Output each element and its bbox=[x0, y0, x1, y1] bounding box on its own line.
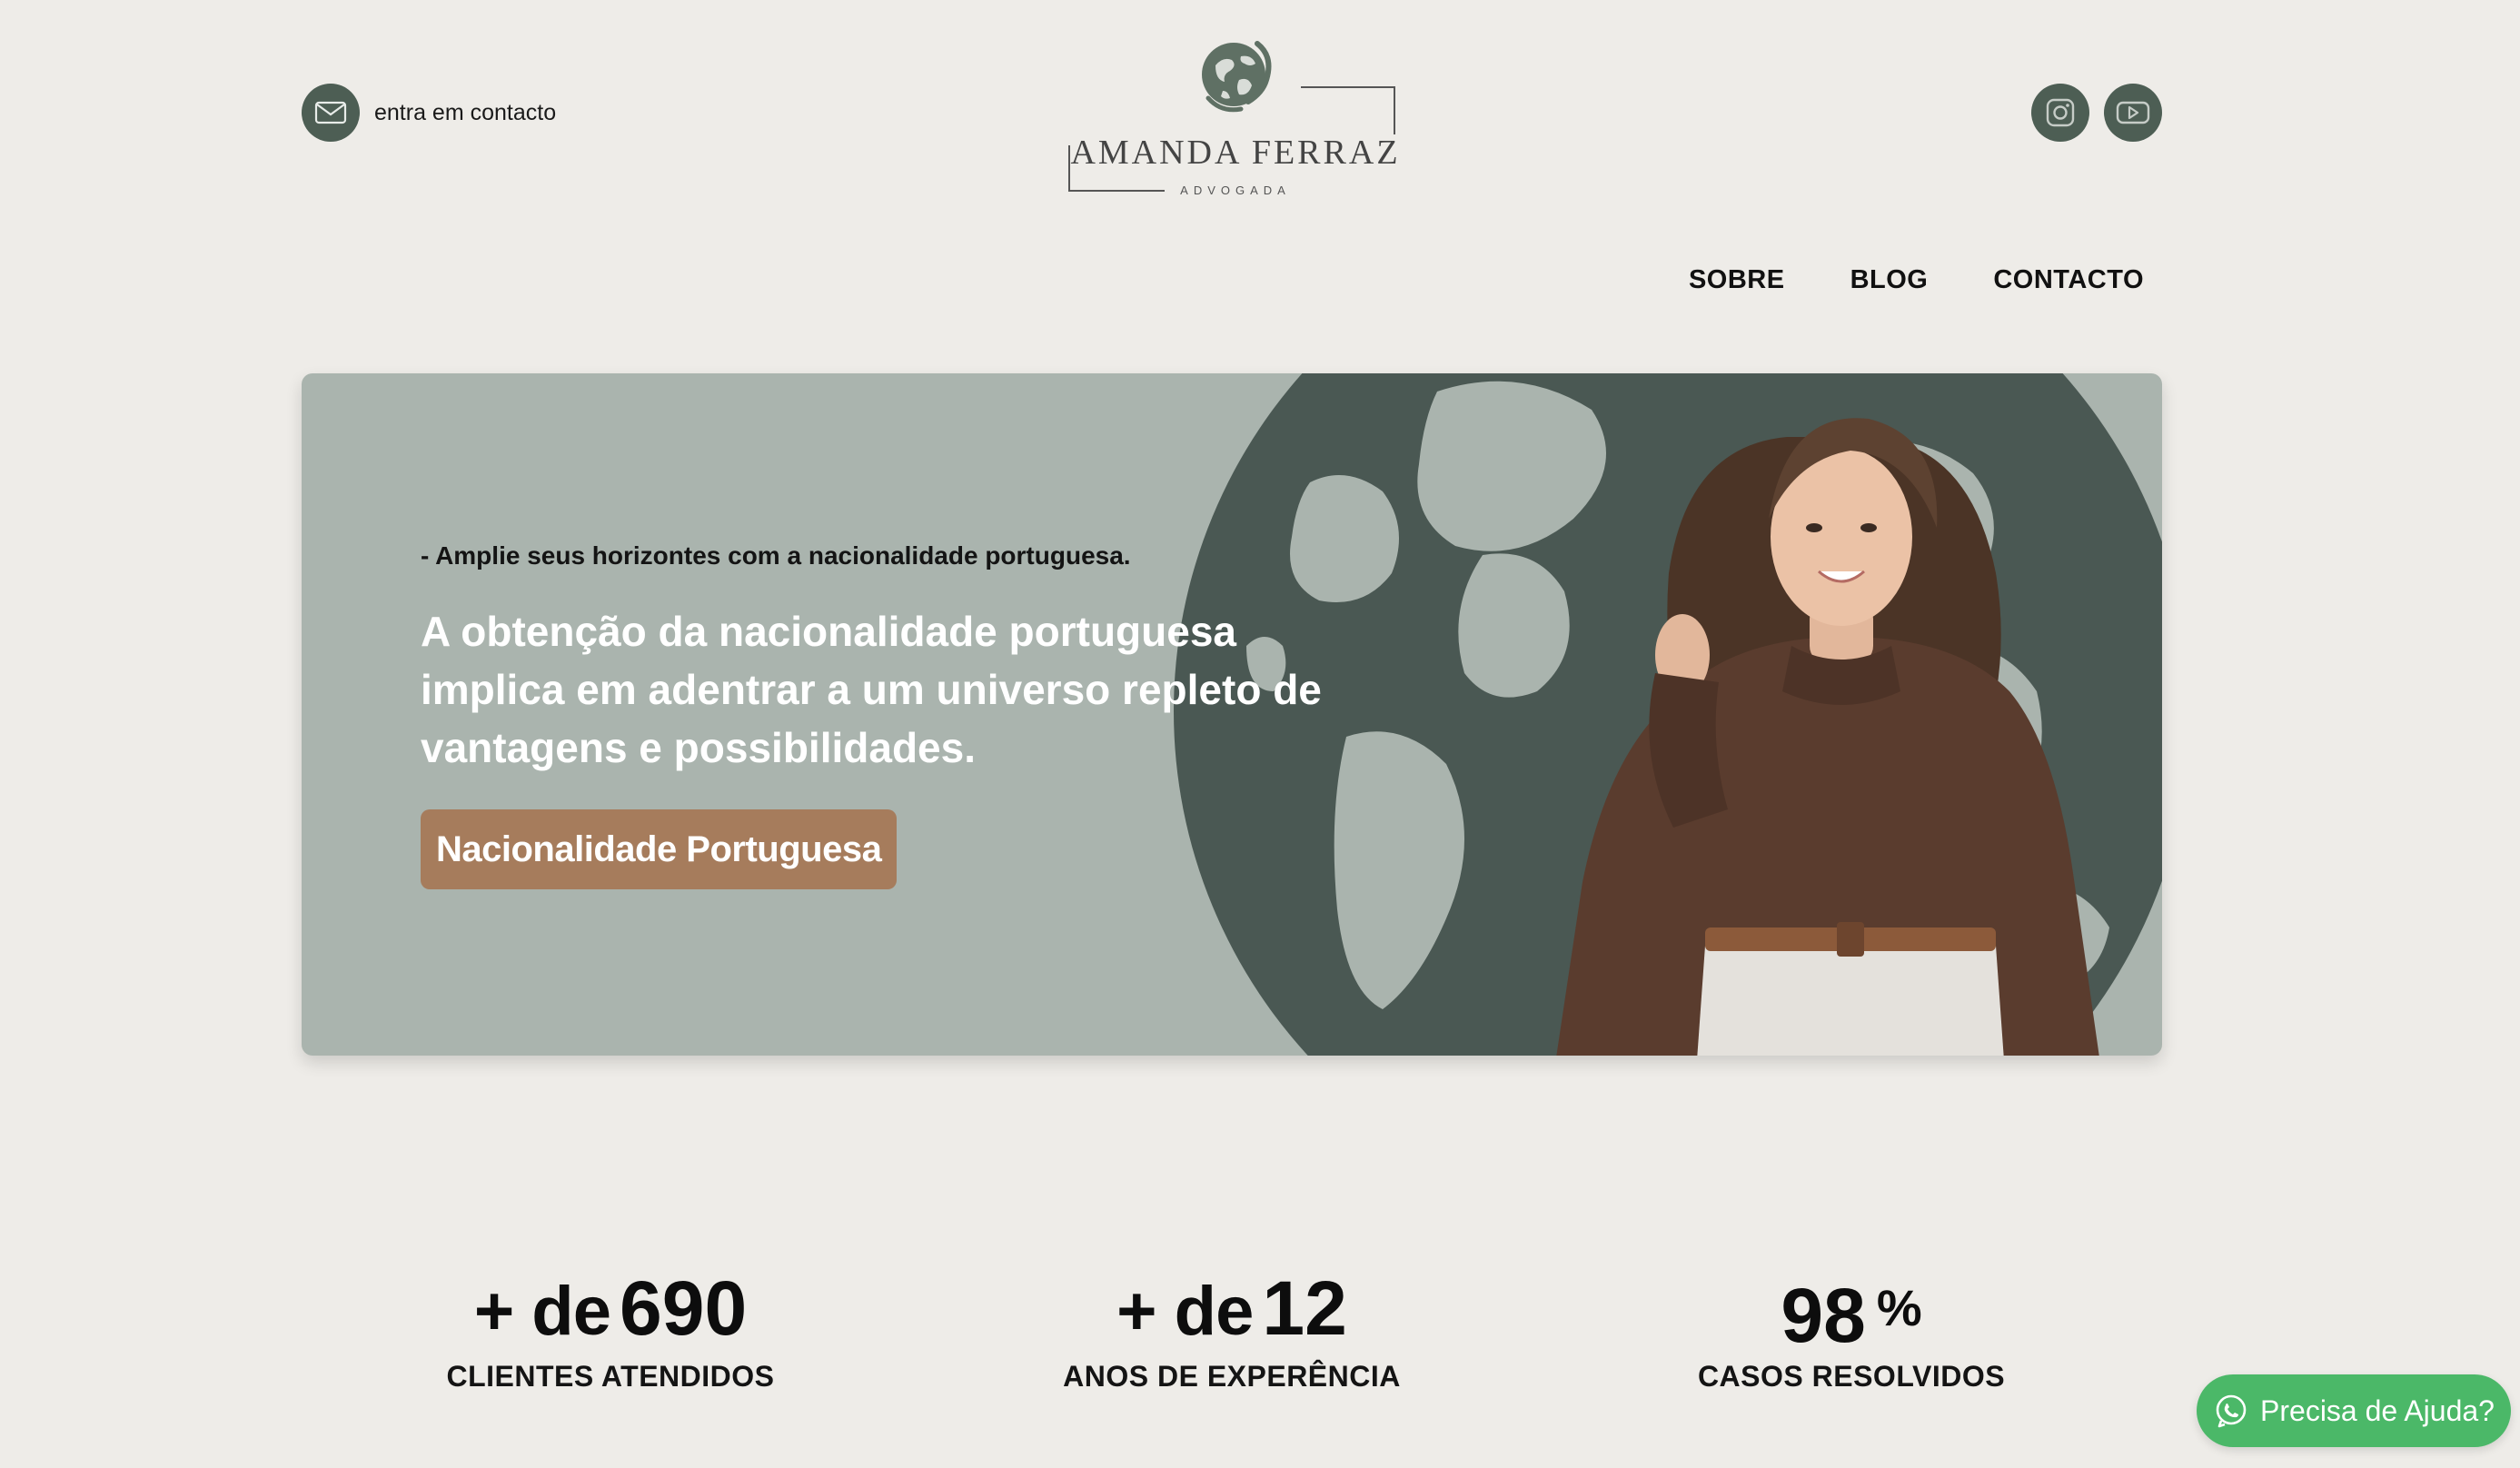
stat-value: 12 bbox=[1262, 1265, 1347, 1351]
nav-item-blog[interactable]: BLOG bbox=[1850, 265, 1929, 295]
stat-number: 98% bbox=[1579, 1267, 2124, 1356]
nacionalidade-portuguesa-button[interactable]: Nacionalidade Portuguesa bbox=[421, 809, 898, 889]
stat-number: + de 12 bbox=[959, 1265, 1504, 1351]
social-links bbox=[2031, 84, 2162, 142]
whatsapp-label: Precisa de Ajuda? bbox=[2260, 1394, 2495, 1427]
nav-item-sobre[interactable]: SOBRE bbox=[1689, 265, 1785, 295]
nav-item-contacto[interactable]: CONTACTO bbox=[1993, 265, 2144, 295]
stat-label: CLIENTES ATENDIDOS bbox=[446, 1360, 775, 1393]
globe-logo-icon bbox=[1202, 41, 1272, 113]
stat-resolved: 98% CASOS RESOLVIDOS bbox=[1579, 1267, 2124, 1394]
stat-value: 690 bbox=[620, 1265, 748, 1351]
stat-number: + de 690 bbox=[338, 1265, 883, 1351]
brand-logo[interactable]: AMANDA FERRAZ ADVOGADA bbox=[1063, 25, 1408, 203]
youtube-icon[interactable] bbox=[2104, 84, 2162, 142]
whatsapp-help-button[interactable]: Precisa de Ajuda? bbox=[2197, 1374, 2511, 1447]
hero-headline: A obtenção da nacionalidade portuguesa i… bbox=[421, 608, 1322, 771]
contact-link[interactable]: entra em contacto bbox=[302, 84, 556, 142]
hero-banner: - Amplie seus horizontes com a nacionali… bbox=[302, 373, 2162, 1056]
stat-label: ANOS DE EXPERÊNCIA bbox=[1063, 1360, 1401, 1393]
main-nav: SOBRE BLOG CONTACTO bbox=[1689, 265, 2144, 295]
stat-prefix: + de bbox=[473, 1273, 611, 1350]
mail-icon bbox=[302, 84, 360, 142]
contact-label: entra em contacto bbox=[374, 99, 557, 125]
whatsapp-icon bbox=[2216, 1394, 2247, 1428]
hero-eyebrow: - Amplie seus horizontes com a nacionali… bbox=[421, 541, 1131, 570]
stat-suffix: % bbox=[1876, 1279, 1922, 1336]
logo-name: AMANDA FERRAZ bbox=[1070, 134, 1400, 172]
stat-value: 98 bbox=[1781, 1273, 1866, 1358]
stat-label: CASOS RESOLVIDOS bbox=[1697, 1360, 2006, 1393]
logo-subtitle: ADVOGADA bbox=[1180, 184, 1291, 197]
instagram-icon[interactable] bbox=[2031, 84, 2089, 142]
stat-experience: + de 12 ANOS DE EXPERÊNCIA bbox=[959, 1267, 1504, 1394]
stat-prefix: + de bbox=[1116, 1273, 1254, 1350]
stat-clients: + de 690 CLIENTES ATENDIDOS bbox=[338, 1267, 883, 1394]
